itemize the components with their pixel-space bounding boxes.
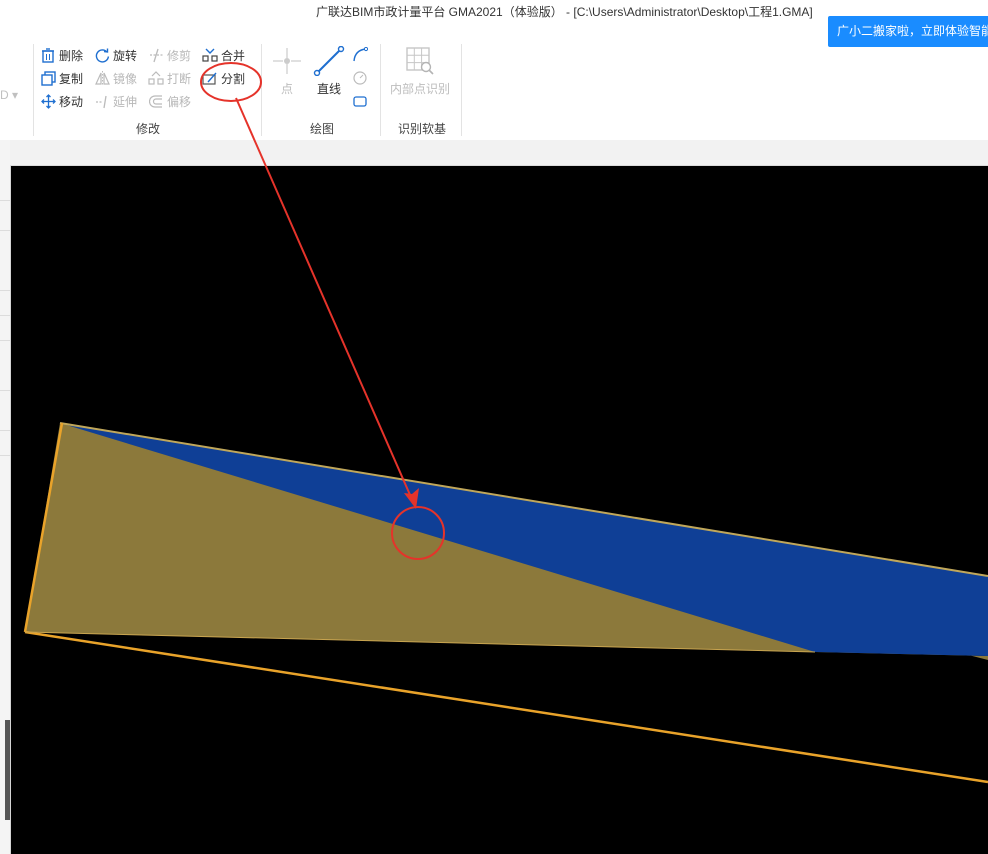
line-icon	[313, 46, 345, 76]
panel-collapse-handle[interactable]	[5, 720, 10, 820]
arc-button[interactable]	[352, 45, 371, 65]
group-divider	[380, 44, 381, 136]
move-icon	[40, 93, 56, 109]
point-button[interactable]: 点	[270, 46, 304, 97]
panel-separator	[0, 390, 10, 391]
extend-button[interactable]: 延伸	[94, 91, 137, 111]
mirror-button[interactable]: 镜像	[94, 68, 137, 88]
mirror-icon	[94, 70, 110, 86]
split-icon	[202, 70, 218, 86]
line-button[interactable]: 直线	[312, 46, 346, 97]
break-icon	[148, 70, 164, 86]
trim-icon	[148, 47, 164, 63]
group-label-modify: 修改	[135, 122, 160, 136]
split-button[interactable]: 分割	[202, 68, 245, 88]
circle-button[interactable]	[352, 68, 371, 88]
trim-button[interactable]: 修剪	[148, 45, 191, 65]
left-side-panel	[0, 140, 11, 854]
inner-point-identify-button[interactable]: 内部点识别	[388, 46, 452, 97]
offset-button[interactable]: 偏移	[148, 91, 191, 111]
panel-separator	[0, 315, 10, 316]
trash-icon	[40, 47, 56, 63]
ribbon-toolbar: D ▾ 删除 旋转 修剪 合并 复制 镜像 打断 分割 移动 延伸 偏移 修改 …	[0, 40, 988, 141]
group-divider	[261, 44, 262, 136]
group-label-identify: 识别软基	[397, 122, 446, 136]
point-icon	[273, 48, 301, 74]
copy-button[interactable]: 复制	[40, 68, 83, 88]
window-title: 广联达BIM市政计量平台 GMA2021（体验版） - [C:\Users\Ad…	[316, 5, 813, 19]
notification-banner[interactable]: 广小二搬家啦，立即体验智能	[828, 16, 988, 47]
drawing-canvas[interactable]	[11, 166, 988, 854]
outline-bottom-edge	[24, 630, 988, 784]
panel-separator	[0, 340, 10, 341]
break-button[interactable]: 打断	[148, 68, 191, 88]
group-label-draw: 绘图	[309, 122, 334, 136]
panel-separator	[0, 230, 10, 231]
merge-button[interactable]: 合并	[202, 45, 245, 65]
delete-button[interactable]: 删除	[40, 45, 83, 65]
rectangle-icon	[352, 93, 368, 109]
merge-icon	[202, 47, 218, 63]
group-divider	[461, 44, 462, 136]
collapsed-dropdown[interactable]: D ▾	[0, 88, 18, 102]
canvas-drawing	[23, 422, 988, 784]
extend-icon	[94, 93, 110, 109]
copy-icon	[40, 70, 56, 86]
offset-icon	[148, 93, 164, 109]
canvas-tab-strip	[10, 140, 988, 166]
arc-icon	[352, 47, 368, 63]
panel-separator	[0, 455, 10, 456]
panel-separator	[0, 430, 10, 431]
grid-search-icon	[406, 47, 434, 75]
rectangle-button[interactable]	[352, 91, 371, 111]
rotate-button[interactable]: 旋转	[94, 45, 137, 65]
panel-separator	[0, 200, 10, 201]
move-button[interactable]: 移动	[40, 91, 83, 111]
group-divider	[33, 44, 34, 136]
panel-separator	[0, 290, 10, 291]
circle-icon	[352, 70, 368, 86]
rotate-icon	[94, 47, 110, 63]
